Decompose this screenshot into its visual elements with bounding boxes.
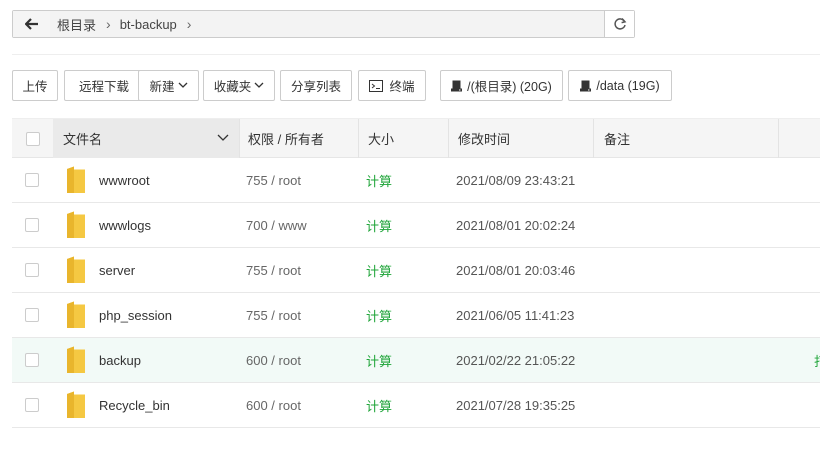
row-action-link[interactable]: 打	[814, 338, 820, 382]
row-checkbox[interactable]	[25, 263, 39, 277]
folder-icon	[67, 301, 85, 328]
row-checkbox[interactable]	[25, 308, 39, 322]
file-permissions[interactable]: 600 / root	[246, 383, 301, 427]
file-permissions[interactable]: 700 / www	[246, 203, 307, 247]
file-name[interactable]: wwwlogs	[99, 203, 151, 247]
breadcrumb-bt-backup[interactable]: bt-backup	[120, 17, 177, 32]
chevron-right-icon: ›	[106, 16, 111, 32]
row-checkbox[interactable]	[25, 398, 39, 412]
hard-drive-icon	[580, 80, 592, 91]
file-permissions[interactable]: 755 / root	[246, 248, 301, 292]
hard-drive-icon	[451, 80, 463, 91]
column-header-name[interactable]: 文件名	[53, 119, 239, 158]
file-mtime: 2021/02/22 21:05:22	[456, 352, 576, 368]
column-divider	[778, 119, 779, 158]
file-name[interactable]: php_session	[99, 293, 172, 337]
new-label: 新建	[149, 80, 175, 94]
row-checkbox[interactable]	[25, 353, 39, 367]
refresh-icon	[613, 17, 626, 30]
file-permissions[interactable]: 755 / root	[246, 158, 301, 202]
chevron-down-icon	[254, 82, 264, 88]
new-dropdown-button[interactable]: 新建	[138, 70, 199, 101]
row-checkbox[interactable]	[25, 173, 39, 187]
column-header-perm[interactable]: 权限 / 所有者	[248, 119, 324, 158]
share-list-label: 分享列表	[290, 80, 341, 94]
calculate-size-link[interactable]: 计算	[366, 338, 392, 382]
column-mtime-label: 修改时间	[458, 132, 511, 147]
favorites-dropdown-button[interactable]: 收藏夹	[203, 70, 275, 101]
file-name[interactable]: wwwroot	[99, 158, 150, 202]
file-mtime: 2021/08/09 23:43:21	[456, 172, 576, 188]
column-note-label: 备注	[604, 132, 631, 147]
select-all-checkbox-cell	[26, 119, 40, 158]
column-divider	[358, 119, 359, 158]
folder-icon	[67, 391, 85, 418]
table-row[interactable]: backup 600 / root 计算 2021/02/22 21:05:22…	[12, 338, 820, 383]
table-row[interactable]: Recycle_bin 600 / root 计算 2021/07/28 19:…	[12, 383, 820, 428]
table-row[interactable]: wwwlogs 700 / www 计算 2021/08/01 20:02:24	[12, 203, 820, 248]
file-name[interactable]: server	[99, 248, 135, 292]
column-name-label: 文件名	[63, 132, 103, 147]
refresh-button[interactable]	[604, 11, 634, 37]
remote-download-button[interactable]: 远程下载	[64, 70, 144, 101]
arrow-left-icon	[24, 18, 38, 30]
remote-download-label: 远程下载	[78, 80, 129, 94]
disk-root-label: /(根目录) (20G)	[467, 80, 552, 94]
chevron-down-icon	[217, 134, 229, 141]
disk-root-button[interactable]: /(根目录) (20G)	[440, 70, 563, 101]
favorites-label: 收藏夹	[213, 80, 252, 94]
column-header-mtime[interactable]: 修改时间	[458, 119, 510, 158]
breadcrumb-root[interactable]: 根目录	[57, 15, 96, 34]
select-all-checkbox[interactable]	[26, 131, 40, 146]
chevron-right-icon[interactable]: ›	[187, 16, 192, 32]
file-mtime: 2021/06/05 11:41:23	[456, 307, 575, 323]
table-row[interactable]: wwwroot 755 / root 计算 2021/08/09 23:43:2…	[12, 158, 820, 203]
file-name[interactable]: backup	[99, 338, 141, 382]
file-table-header: 文件名 权限 / 所有者 大小 修改时间 备注	[12, 118, 820, 158]
folder-icon	[67, 256, 85, 283]
share-list-button[interactable]: 分享列表	[280, 70, 352, 101]
calculate-size-link[interactable]: 计算	[366, 383, 392, 427]
back-button[interactable]	[13, 11, 51, 37]
terminal-icon	[369, 79, 384, 92]
folder-icon	[67, 346, 85, 373]
column-size-label: 大小	[368, 132, 395, 147]
column-divider	[239, 119, 240, 158]
file-mtime: 2021/08/01 20:02:24	[456, 217, 576, 233]
row-checkbox[interactable]	[25, 218, 39, 232]
disk-data-button[interactable]: /data (19G)	[568, 70, 672, 101]
column-perm-label: 权限 / 所有者	[248, 132, 324, 147]
upload-button[interactable]: 上传	[12, 70, 58, 101]
column-header-note[interactable]: 备注	[604, 119, 630, 158]
calculate-size-link[interactable]: 计算	[366, 293, 392, 337]
chevron-down-icon	[178, 82, 187, 88]
path-bar: 根目录 › bt-backup ›	[12, 10, 635, 38]
terminal-button[interactable]: 终端	[358, 70, 426, 101]
calculate-size-link[interactable]: 计算	[366, 203, 392, 247]
file-permissions[interactable]: 755 / root	[246, 293, 301, 337]
column-divider	[448, 119, 449, 158]
file-mtime: 2021/07/28 19:35:25	[456, 397, 576, 413]
file-permissions[interactable]: 600 / root	[246, 338, 301, 382]
calculate-size-link[interactable]: 计算	[366, 158, 392, 202]
table-row[interactable]: server 755 / root 计算 2021/08/01 20:03:46	[12, 248, 820, 293]
upload-label: 上传	[22, 80, 48, 94]
file-mtime: 2021/08/01 20:03:46	[456, 262, 576, 278]
terminal-label: 终端	[389, 80, 415, 94]
column-header-size[interactable]: 大小	[368, 119, 394, 158]
disk-data-label: /data (19G)	[596, 78, 660, 93]
table-row[interactable]: php_session 755 / root 计算 2021/06/05 11:…	[12, 293, 820, 338]
folder-icon	[67, 211, 85, 238]
divider	[12, 54, 820, 55]
breadcrumb: 根目录 › bt-backup ›	[50, 11, 606, 37]
folder-icon	[67, 166, 85, 193]
calculate-size-link[interactable]: 计算	[366, 248, 392, 292]
column-divider	[593, 119, 594, 158]
file-name[interactable]: Recycle_bin	[99, 383, 170, 427]
